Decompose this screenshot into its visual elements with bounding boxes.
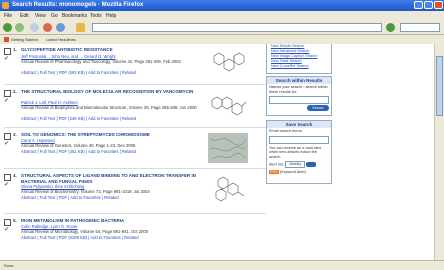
bookmark-icon [4, 37, 9, 42]
article-links[interactable]: Abstract | Full Text | PDF (562 KB) | Ad… [21, 70, 136, 75]
scrollbar-thumb[interactable] [436, 56, 443, 116]
stop-icon[interactable] [43, 23, 52, 32]
menu-bookmarks[interactable]: Bookmarks [62, 11, 87, 21]
divider [4, 127, 266, 128]
maximize-button[interactable] [424, 1, 433, 9]
article-journal: Annual Review of Biochemistry, Volume 73… [21, 189, 150, 194]
search-within-input[interactable] [269, 96, 329, 105]
article-title[interactable]: Soil to Genomics: The Streptomyces Chrom… [21, 132, 201, 138]
go-icon[interactable] [386, 23, 395, 32]
checkmark-icon: ✔ [4, 141, 10, 147]
select-checkbox[interactable] [4, 219, 11, 226]
divider [4, 213, 266, 214]
firefox-icon [2, 2, 9, 9]
rss-row: RSS (Keyword Alert) [267, 169, 331, 176]
search-links-box: New Simple Search New Advanced Search Ne… [266, 44, 332, 74]
select-checkbox[interactable] [4, 90, 11, 97]
article-title[interactable]: The Structural Biology of Molecular Reco… [21, 89, 201, 95]
rss-label: (Keyword Alert) [279, 170, 306, 175]
alert-go-button[interactable] [306, 162, 317, 168]
menu-go[interactable]: Go [51, 11, 58, 21]
article-links[interactable]: Abstract | Full Text | PDF (6269 KB) | A… [21, 235, 139, 240]
list-item: ✔ 1. Glycopeptide Antibiotic Resistance … [0, 46, 270, 84]
article-journal: Annual Review of Genetics, Volume 40, Pa… [21, 143, 136, 148]
menu-tools[interactable]: Tools [90, 11, 102, 21]
menu-bar: File Edit View Go Bookmarks Tools Help [0, 11, 444, 21]
email-terms-label: Email search terms: [269, 129, 303, 133]
micrograph-image[interactable] [208, 133, 248, 163]
select-checkbox[interactable] [4, 133, 11, 140]
result-number: 3. [13, 132, 17, 137]
list-item: ✔ 2. The Structural Biology of Molecular… [0, 88, 270, 126]
alert-label: Alert me: [269, 162, 285, 167]
forward-icon[interactable] [15, 23, 24, 32]
article-journal: Annual Review of Microbiology, Volume 54… [21, 229, 149, 234]
email-terms-input[interactable] [269, 135, 329, 144]
menu-view[interactable]: View [35, 11, 46, 21]
result-number: 4. [13, 173, 17, 178]
search-within-heading: Search within Results [267, 77, 331, 84]
article-journal: Annual Review of Pharmacology and Toxico… [21, 59, 181, 64]
rss-link[interactable]: RSS [269, 170, 279, 175]
article-journal: Annual Review of Biophysics and Biomolec… [21, 105, 197, 110]
checkmark-icon: ✔ [4, 56, 10, 62]
bookmark-getting-started[interactable]: Getting Started [11, 35, 38, 44]
page-content: ✔ 1. Glycopeptide Antibiotic Resistance … [0, 44, 434, 260]
bookmark-latest-headlines[interactable]: Latest Headlines [46, 35, 76, 44]
divider [4, 84, 266, 85]
article-title[interactable]: Iron Metabolism in Pathogenic Bacteria [21, 218, 201, 224]
list-item: ✔ 4. Structural Aspects of Ligand Bindin… [0, 172, 270, 210]
select-checkbox[interactable] [4, 48, 11, 55]
reload-icon[interactable] [30, 23, 39, 32]
checkmark-icon: ✔ [4, 227, 10, 233]
menu-file[interactable]: File [4, 11, 12, 21]
minimize-button[interactable] [414, 1, 423, 9]
article-links[interactable]: Abstract | Full Text | PDF | Add to Favo… [21, 195, 119, 200]
divider [4, 168, 266, 169]
browser-search-field[interactable] [400, 23, 440, 32]
article-links[interactable]: Abstract | Full Text | PDF (451 KB) | Ad… [21, 149, 136, 154]
checkmark-icon: ✔ [4, 182, 10, 188]
search-sidebar: New Simple Search New Advanced Search Ne… [266, 44, 332, 260]
result-number: 1. [13, 47, 17, 52]
search-within-text: Narrow your search - search within these… [269, 85, 328, 94]
save-search-heading: Save Search [267, 121, 331, 128]
back-icon[interactable] [3, 23, 12, 32]
search-within-button[interactable]: Search [307, 105, 329, 112]
molecule-image[interactable] [208, 48, 248, 78]
new-crossref-search-link[interactable]: New CrossRef Search [267, 64, 331, 69]
list-item: ✔ 5. Iron Metabolism in Pathogenic Bacte… [0, 217, 270, 255]
save-search-box: Save Search Email search terms: You can … [266, 120, 332, 184]
menu-help[interactable]: Help [106, 11, 116, 21]
url-bar[interactable] [92, 23, 382, 32]
list-item: ✔ 3. Soil to Genomics: The Streptomyces … [0, 131, 270, 169]
vertical-scrollbar[interactable] [434, 44, 444, 260]
close-window-button[interactable] [434, 1, 443, 9]
alert-frequency-select[interactable]: Weekly [285, 161, 306, 169]
result-number: 2. [13, 89, 17, 94]
alert-note: You can receive an e-mail alert when new… [269, 145, 321, 159]
window-title: Search Results: monomogels · Mozilla Fir… [12, 2, 144, 8]
home-icon[interactable] [56, 23, 65, 32]
site-icon [76, 23, 85, 32]
article-title[interactable]: Glycopeptide Antibiotic Resistance [21, 47, 201, 53]
alert-row: Alert me: Weekly [267, 160, 331, 169]
menu-edit[interactable]: Edit [20, 11, 29, 21]
article-title[interactable]: Structural Aspects of Ligand Binding to … [21, 173, 201, 184]
result-number: 5. [13, 218, 17, 223]
checkmark-icon: ✔ [4, 98, 10, 104]
molecule-image[interactable] [208, 174, 248, 204]
window-titlebar: Search Results: monomogels · Mozilla Fir… [0, 0, 444, 11]
article-links[interactable]: Abstract | Full Text | PDF (246 KB) | Ad… [21, 116, 136, 121]
select-checkbox[interactable] [4, 174, 11, 181]
molecule-image[interactable] [208, 90, 248, 120]
search-within-box: Search within Results Narrow your search… [266, 76, 332, 116]
navigation-toolbar [0, 21, 444, 35]
